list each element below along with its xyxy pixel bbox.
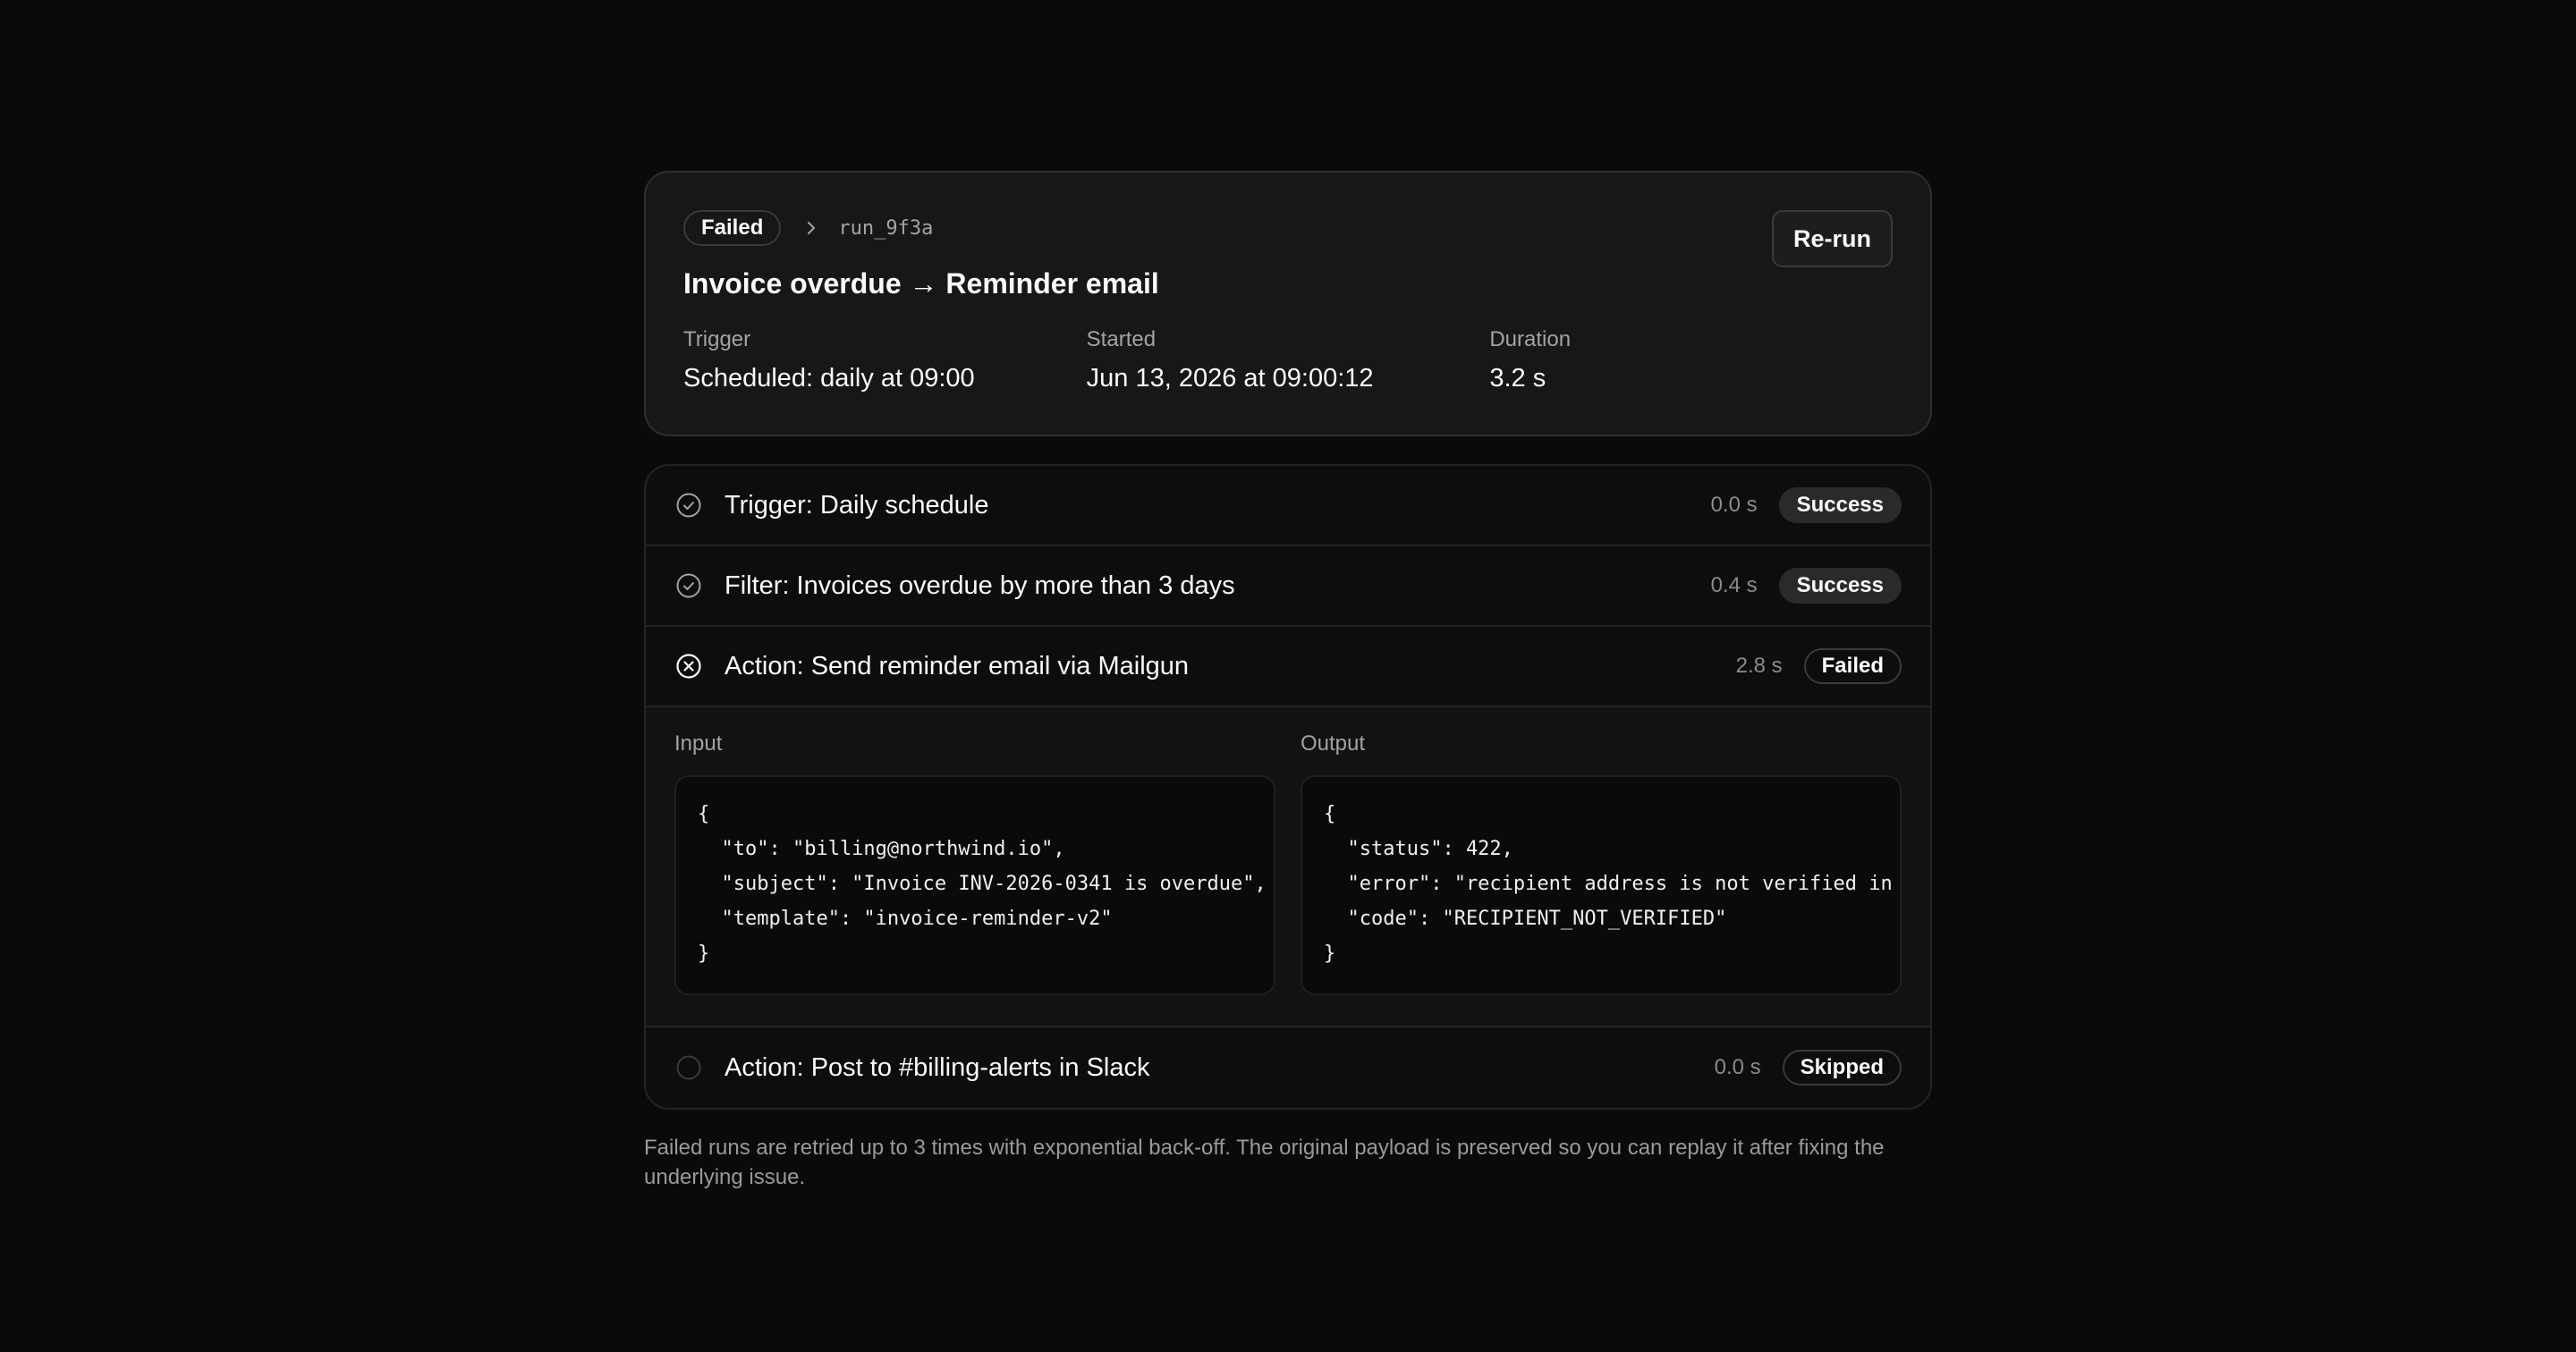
output-panel: Output { "status": 422, "error": "recipi…: [1301, 731, 1902, 995]
meta-value: Scheduled: daily at 09:00: [683, 364, 975, 393]
code-line: "subject": "Invoice INV-2026-0341 is ove…: [698, 873, 1267, 895]
meta-label: Trigger: [683, 327, 751, 351]
meta-duration: Duration 3.2 s: [1489, 326, 1893, 394]
output-code-block[interactable]: { "status": 422, "error": "recipient add…: [1301, 775, 1902, 995]
step-duration: 0.0 s: [1714, 1055, 1761, 1079]
breadcrumb: Failed run_9f3a: [683, 210, 1893, 246]
step-row-send-email[interactable]: Action: Send reminder email via Mailgun …: [646, 627, 1930, 707]
meta-value: Jun 13, 2026 at 09:00:12: [1086, 364, 1374, 393]
input-code-block[interactable]: { "to": "billing@northwind.io", "subject…: [674, 775, 1275, 995]
step-duration: 0.4 s: [1710, 573, 1758, 597]
step-duration: 0.0 s: [1710, 493, 1758, 517]
code-line: "to": "billing@northwind.io",: [698, 838, 1065, 860]
code-line: "status": 422,: [1324, 838, 1513, 860]
step-name: Action: Post to #billing-alerts in Slack: [724, 1052, 1150, 1082]
code-line: {: [1324, 803, 1336, 825]
code-line: "error": "recipient address is not verif…: [1324, 873, 1893, 895]
step-status-badge: Skipped: [1782, 1050, 1902, 1086]
input-panel: Input { "to": "billing@northwind.io", "s…: [674, 731, 1275, 995]
code-line: }: [698, 942, 710, 965]
run-id: run_9f3a: [838, 216, 934, 240]
step-row-trigger[interactable]: Trigger: Daily schedule 0.0 s Success: [646, 466, 1930, 546]
step-row-filter[interactable]: Filter: Invoices overdue by more than 3 …: [646, 546, 1930, 627]
input-label: Input: [674, 731, 723, 756]
code-line: }: [1324, 942, 1336, 965]
check-circle-icon: [674, 491, 703, 520]
run-meta: Trigger Scheduled: daily at 09:00 Starte…: [683, 326, 1893, 394]
retry-footnote: Failed runs are retried up to 3 times wi…: [644, 1136, 1885, 1189]
run-status-badge: Failed: [683, 210, 782, 246]
code-line: {: [698, 803, 710, 825]
step-detail-panel: Input { "to": "billing@northwind.io", "s…: [646, 707, 1930, 1027]
page: Failed run_9f3a Invoice overdue → Remind…: [0, 0, 2576, 1352]
x-circle-icon: [674, 652, 703, 680]
check-circle-icon: [674, 571, 703, 600]
step-duration: 2.8 s: [1735, 654, 1783, 678]
code-line: "template": "invoice-reminder-v2": [698, 908, 1113, 930]
meta-started: Started Jun 13, 2026 at 09:00:12: [1087, 326, 1490, 394]
step-name: Trigger: Daily schedule: [724, 490, 989, 520]
page-title: Invoice overdue → Reminder email: [683, 267, 1159, 300]
meta-label: Duration: [1489, 327, 1572, 351]
run-header-card: Failed run_9f3a Invoice overdue → Remind…: [644, 171, 1932, 436]
code-line: "code": "RECIPIENT_NOT_VERIFIED": [1324, 908, 1727, 930]
step-status-badge: Failed: [1803, 648, 1902, 684]
step-name: Filter: Invoices overdue by more than 3 …: [724, 570, 1235, 600]
step-status-badge: Success: [1778, 568, 1902, 604]
meta-value: 3.2 s: [1489, 364, 1546, 393]
step-status-badge: Success: [1778, 487, 1902, 523]
steps-list: Trigger: Daily schedule 0.0 s Success Fi…: [644, 464, 1932, 1110]
chevron-right-icon: [793, 210, 829, 246]
empty-circle-icon: [674, 1053, 703, 1082]
rerun-button[interactable]: Re-run: [1772, 210, 1893, 267]
step-name: Action: Send reminder email via Mailgun: [724, 651, 1190, 680]
step-row-slack[interactable]: Action: Post to #billing-alerts in Slack…: [646, 1027, 1930, 1108]
output-label: Output: [1301, 731, 1366, 756]
meta-label: Started: [1086, 327, 1157, 351]
run-detail: Failed run_9f3a Invoice overdue → Remind…: [644, 171, 1932, 1192]
meta-trigger: Trigger Scheduled: daily at 09:00: [683, 326, 1087, 394]
